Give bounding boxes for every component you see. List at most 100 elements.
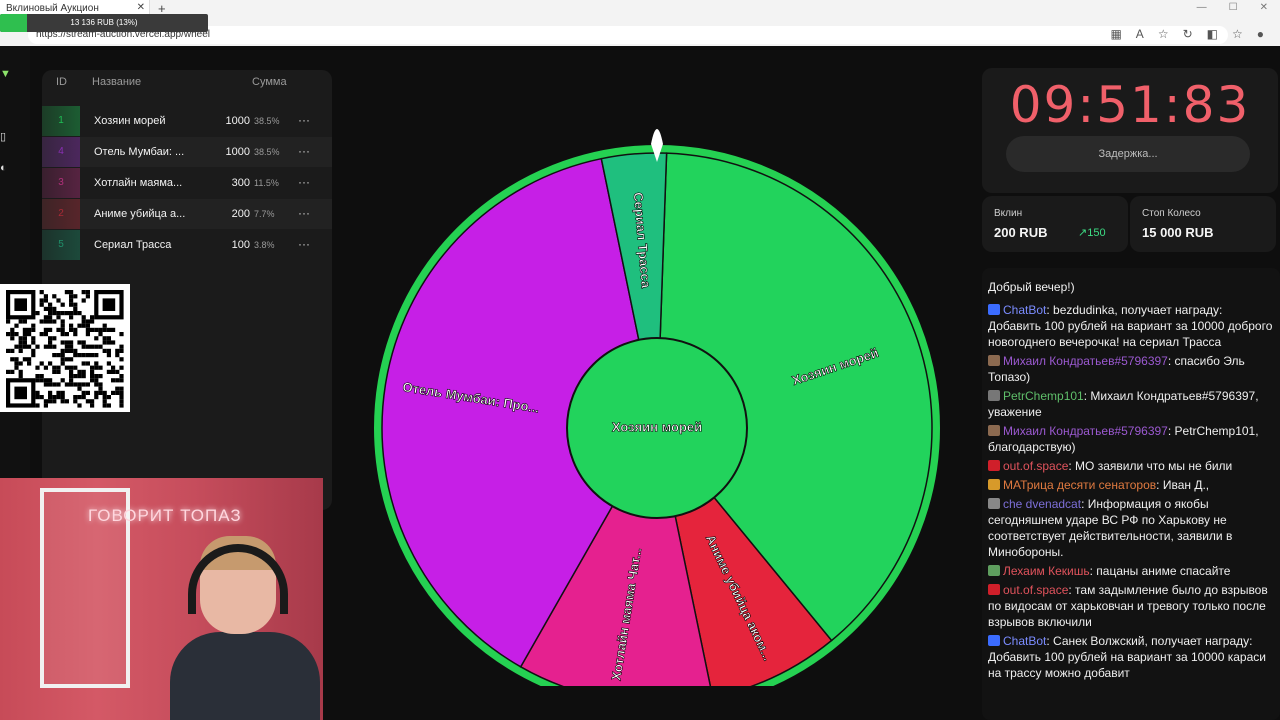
auction-app: ▼ ▯ ◐ ID Название Сумма 1 Хозяин морей 100…	[0, 46, 1280, 720]
chat-message: out.of.space: МО заявили что мы не били	[988, 458, 1276, 474]
webcam-neon-sign: ГОВОРИТ ТОПАЗ	[88, 506, 242, 525]
timer-card: 09:51:83 Задержка...	[982, 68, 1278, 193]
chat-top-line: Добрый вечер!)	[988, 280, 1075, 294]
user-badge-icon	[988, 390, 1000, 401]
header-name: Название	[92, 76, 142, 88]
chat-message: out.of.space: там задымление было до взр…	[988, 582, 1276, 630]
extension-icon[interactable]: ◧	[1207, 27, 1218, 41]
lot-menu-button[interactable]: ···	[298, 230, 310, 258]
menu-icon[interactable]: ▯	[0, 130, 10, 143]
maximize-icon[interactable]: ☐	[1229, 2, 1238, 13]
lot-id: 3	[42, 168, 80, 198]
chat-username[interactable]: Лехаим Кекишь	[1003, 564, 1090, 578]
webcam-feed: ГОВОРИТ ТОПАЗ	[0, 478, 323, 720]
chat-username[interactable]: МАТрица десяти сенаторов	[1003, 478, 1156, 492]
address-bar[interactable]: https://stream-auction.vercel.app/wheel	[28, 26, 1228, 44]
chat-username[interactable]: Михаил Кондратьев#5796397	[1003, 424, 1168, 438]
settings-icon[interactable]: ◐	[0, 162, 10, 174]
chat-username[interactable]: out.of.space	[1003, 459, 1068, 473]
stop-wheel-value: 15 000 RUB	[1142, 225, 1214, 240]
delay-button[interactable]: Задержка...	[1006, 136, 1250, 172]
chat-panel: Добрый вечер!) ChatBot: bezdudinka, полу…	[982, 268, 1280, 720]
chat-message: Лехаим Кекишь: пацаны аниме спасайте	[988, 563, 1276, 579]
table-row[interactable]: 4 Отель Мумбаи: ... 1000 38.5% ···	[42, 137, 332, 167]
vklin-label: Вклин	[994, 208, 1023, 219]
donation-progress-overlay: 13 136 RUB (13%)	[0, 14, 208, 32]
chat-message: Михаил Кондратьев#5796397: PetrChemp101,…	[988, 423, 1276, 455]
lot-name: Сериал Трасса	[94, 239, 172, 251]
lot-id: 5	[42, 230, 80, 260]
lot-percent: 7.7%	[254, 209, 275, 219]
user-badge-icon	[988, 304, 1000, 315]
header-sum: Сумма	[252, 76, 287, 88]
close-icon[interactable]: ✕	[137, 2, 145, 13]
table-row[interactable]: 1 Хозяин морей 1000 38.5% ···	[42, 106, 332, 136]
vklin-trend: ↗150	[1078, 226, 1106, 239]
lot-percent: 3.8%	[254, 240, 275, 250]
user-badge-icon	[988, 498, 1000, 509]
table-row[interactable]: 3 Хотлайн маяма... 300 11.5% ···	[42, 168, 332, 198]
chat-username[interactable]: PetrChemp101	[1003, 389, 1084, 403]
qr-code	[0, 284, 130, 412]
chat-message: PetrChemp101: Михаил Кондратьев#5796397,…	[988, 388, 1276, 420]
lot-id: 1	[42, 106, 80, 136]
trend-up-icon: ↗	[1078, 227, 1088, 239]
toolbar-icons: ▦ A ☆ ↻ ◧ ☆ ●	[1110, 27, 1264, 41]
chat-username[interactable]: ChatBot	[1003, 634, 1046, 648]
vklin-value: 200 RUB	[994, 225, 1048, 240]
chat-message: Михаил Кондратьев#5796397: спасибо Эль Т…	[988, 353, 1276, 385]
lot-name: Отель Мумбаи: ...	[94, 146, 185, 158]
chat-username[interactable]: che dvenadcat	[1003, 497, 1081, 511]
lot-menu-button[interactable]: ···	[298, 137, 310, 165]
user-badge-icon	[988, 479, 1000, 490]
star-icon[interactable]: ☆	[1158, 27, 1169, 41]
favorites-icon[interactable]: ☆	[1232, 27, 1243, 41]
chat-text: : МО заявили что мы не били	[1068, 459, 1233, 473]
lot-sum: 1000	[225, 115, 250, 127]
webcam-streamer	[170, 536, 320, 720]
chat-username[interactable]: ChatBot	[1003, 303, 1046, 317]
chat-text: : пацаны аниме спасайте	[1089, 564, 1231, 578]
stop-wheel-label: Стоп Колесо	[1142, 208, 1201, 219]
user-badge-icon	[988, 355, 1000, 366]
tab-title: Вклиновый Аукцион	[6, 3, 99, 14]
minimize-icon[interactable]: —	[1197, 2, 1207, 13]
lot-menu-button[interactable]: ···	[298, 168, 310, 196]
user-badge-icon	[988, 425, 1000, 436]
browser-chrome: Вклиновый Аукцион ✕ + — ☐ ✕ https://stre…	[0, 0, 1280, 46]
stop-wheel-card: Стоп Колесо 15 000 RUB	[1130, 196, 1276, 252]
refresh-icon[interactable]: ↻	[1183, 27, 1193, 41]
table-row[interactable]: 2 Аниме убийца а... 200 7.7% ···	[42, 199, 332, 229]
table-row[interactable]: 5 Сериал Трасса 100 3.8% ···	[42, 230, 332, 260]
lot-sum: 1000	[225, 146, 250, 158]
lot-menu-button[interactable]: ···	[298, 199, 310, 227]
user-badge-icon	[988, 635, 1000, 646]
chat-username[interactable]: out.of.space	[1003, 583, 1068, 597]
lot-menu-button[interactable]: ···	[298, 106, 310, 134]
user-badge-icon	[988, 584, 1000, 595]
lot-id: 4	[42, 137, 80, 167]
profile-icon[interactable]: ●	[1257, 27, 1264, 41]
progress-text: 13 136 RUB (13%)	[70, 18, 138, 27]
header-id: ID	[56, 76, 67, 88]
prize-wheel[interactable]: Хозяин морей Аниме убийца аком... Хотлайн …	[362, 86, 952, 711]
logo-icon: ▼	[0, 68, 11, 80]
timer-display: 09:51:83	[1009, 76, 1251, 134]
chat-username[interactable]: Михаил Кондратьев#5796397	[1003, 354, 1168, 368]
table-header: ID Название Сумма	[42, 76, 332, 100]
vklin-trend-value: 150	[1087, 227, 1106, 239]
lot-name: Хотлайн маяма...	[94, 177, 183, 189]
lot-sum: 300	[231, 177, 250, 189]
wheel-center-label: Хозяин морей	[612, 419, 702, 434]
close-window-icon[interactable]: ✕	[1260, 2, 1268, 13]
chat-message: ChatBot: Санек Волжский, получает наград…	[988, 633, 1276, 681]
lot-name: Аниме убийца а...	[94, 208, 186, 220]
lot-percent: 11.5%	[254, 178, 279, 188]
lot-sum: 100	[231, 239, 250, 251]
user-badge-icon	[988, 565, 1000, 576]
chat-message: МАТрица десяти сенаторов: Иван Д.,	[988, 477, 1276, 493]
chat-message: ChatBot: bezdudinka, получает награду: Д…	[988, 302, 1276, 350]
translate-icon[interactable]: A	[1136, 27, 1144, 41]
reader-icon[interactable]: ▦	[1110, 27, 1121, 41]
chat-messages: ChatBot: bezdudinka, получает награду: Д…	[988, 302, 1276, 684]
